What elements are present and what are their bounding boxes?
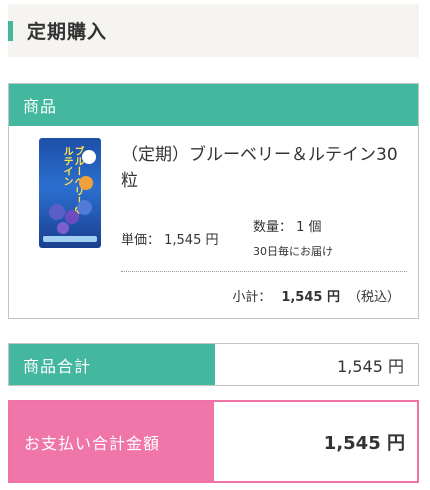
product-image-berry	[65, 210, 79, 224]
unit-price: 単価： 1,545 円	[121, 233, 219, 248]
divider	[121, 271, 407, 272]
subtotal: 小計： 1,545 円 （税込）	[232, 286, 400, 305]
tax-note: （税込）	[347, 290, 400, 305]
payment-total-row: お支払い合計金額 1,545 円	[8, 400, 419, 483]
product-image[interactable]: ブルーベリー&ルテイン	[39, 138, 101, 248]
product-section-heading: 商品	[9, 84, 418, 126]
product-section: 商品 ブルーベリー&ルテイン （定期）ブルーベリー＆ルテイン30粒 単価： 1,…	[8, 83, 419, 319]
items-total-value: 1,545 円	[215, 344, 418, 385]
product-image-berry	[57, 222, 69, 234]
product-item: ブルーベリー&ルテイン （定期）ブルーベリー＆ルテイン30粒 単価： 1,545…	[9, 126, 418, 318]
quantity: 数量： 1 個	[253, 220, 322, 235]
items-total-label: 商品合計	[9, 344, 215, 385]
product-image-berry	[77, 200, 92, 215]
payment-total-label: お支払い合計金額	[10, 402, 214, 481]
page-title: 定期購入	[27, 21, 108, 43]
product-name[interactable]: （定期）ブルーベリー＆ルテイン30粒	[121, 142, 411, 194]
page-header: 定期購入	[8, 4, 419, 57]
delivery-interval: 30日毎にお届け	[253, 245, 333, 258]
product-image-berry	[49, 204, 65, 220]
product-image-footer	[43, 236, 97, 242]
items-total-row: 商品合計 1,545 円	[8, 343, 419, 386]
subtotal-label: 小計：	[232, 290, 272, 305]
header-accent-bar	[8, 20, 13, 41]
product-image-orange	[79, 176, 93, 190]
payment-total-value: 1,545 円	[214, 402, 417, 481]
subtotal-amount: 1,545 円	[281, 290, 340, 305]
product-image-badge	[82, 150, 96, 164]
